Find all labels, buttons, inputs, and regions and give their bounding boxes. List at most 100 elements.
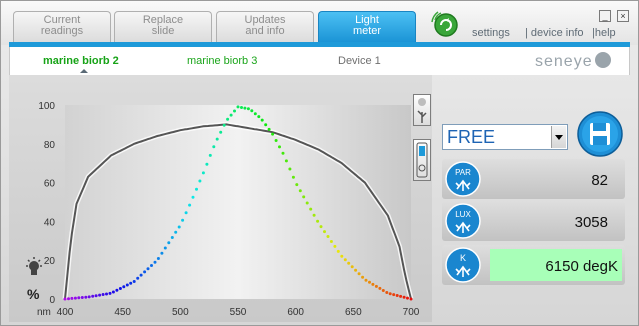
rainbow-dot xyxy=(329,240,333,243)
rainbow-dot xyxy=(406,296,409,300)
par-value-box: 82 xyxy=(490,163,622,195)
rainbow-dot xyxy=(125,283,129,287)
spectrum-chart: 0 20 40 60 80 100 400 450 500 550 600 650 700 nm xyxy=(37,101,420,318)
rainbow-dot xyxy=(374,284,378,288)
rainbow-dot xyxy=(264,123,268,127)
rainbow-dot xyxy=(63,297,67,301)
rainbow-dot xyxy=(195,187,198,191)
save-icon[interactable] xyxy=(577,111,623,157)
rainbow-dot xyxy=(143,270,147,274)
rainbow-dot xyxy=(302,195,306,199)
rainbow-dot xyxy=(129,281,133,285)
rainbow-dot xyxy=(160,251,164,255)
top-tab-bar: Current readings Replace slide Updates a… xyxy=(1,1,638,45)
kelvin-icon: K xyxy=(445,247,481,283)
rainbow-dot xyxy=(309,207,313,211)
x-tick-label: 600 xyxy=(287,307,304,318)
rainbow-dot xyxy=(357,272,361,276)
light-meter-window: Current readings Replace slide Updates a… xyxy=(0,0,639,326)
rainbow-dot xyxy=(163,246,167,250)
rainbow-dot xyxy=(298,189,302,193)
rainbow-dot xyxy=(87,295,91,299)
chart-tool-button-1[interactable] xyxy=(413,94,431,126)
rainbow-dot xyxy=(91,294,95,298)
rainbow-dot xyxy=(101,293,105,296)
rainbow-dot xyxy=(368,280,371,284)
tab-label-line2: slide xyxy=(151,25,175,37)
svg-text:LUX: LUX xyxy=(455,210,471,219)
rainbow-dot xyxy=(153,260,157,264)
rainbow-dot xyxy=(402,295,406,299)
rainbow-dot xyxy=(312,213,316,217)
svg-text:PAR: PAR xyxy=(455,168,471,177)
device-tab-row: marine biorb 2 marine biorb 3 Device 1 s… xyxy=(9,47,630,75)
rainbow-dot xyxy=(181,218,185,222)
device-tab-device-1[interactable]: Device 1 xyxy=(338,55,381,67)
rainbow-dot xyxy=(361,275,365,279)
rainbow-dot xyxy=(188,203,192,207)
rainbow-dot xyxy=(98,293,102,297)
rainbow-dot xyxy=(233,109,236,113)
dropdown-arrow-icon[interactable] xyxy=(551,126,566,148)
device-info-link[interactable]: | device info xyxy=(525,27,584,39)
rainbow-dot xyxy=(378,286,382,290)
chart-panel: 0 20 40 60 80 100 400 450 500 550 600 650 700 nm % xyxy=(9,75,432,322)
rainbow-dot xyxy=(392,293,396,297)
y-tick-label: 0 xyxy=(49,295,55,306)
rainbow-dot xyxy=(371,282,375,286)
rainbow-dot xyxy=(260,118,264,122)
rainbow-dot xyxy=(291,175,295,179)
rainbow-dot xyxy=(84,295,88,299)
rainbow-dot xyxy=(316,219,320,223)
rainbow-dot xyxy=(205,162,209,166)
refresh-icon[interactable] xyxy=(431,10,459,38)
rainbow-dot xyxy=(201,171,205,175)
tab-light-meter[interactable]: Light meter xyxy=(318,11,416,42)
help-link[interactable]: |help xyxy=(592,27,616,39)
rainbow-dot xyxy=(409,297,413,301)
y-tick-label: 100 xyxy=(38,101,55,112)
rainbow-dot xyxy=(271,132,275,136)
device-tab-marine-biorb-2[interactable]: marine biorb 2 xyxy=(43,55,119,67)
chart-tool-button-2[interactable] xyxy=(413,139,431,181)
rainbow-dot xyxy=(295,183,299,187)
rainbow-dot xyxy=(246,107,250,111)
rainbow-dot xyxy=(191,195,195,199)
rainbow-dot xyxy=(333,244,337,248)
profile-select[interactable]: FREE xyxy=(442,124,568,150)
rainbow-dot xyxy=(67,297,70,301)
settings-link[interactable]: settings xyxy=(472,27,510,39)
rainbow-dot xyxy=(340,254,344,258)
device-tab-marine-biorb-3[interactable]: marine biorb 3 xyxy=(187,55,257,67)
rainbow-dot xyxy=(326,235,330,238)
rainbow-dot xyxy=(226,117,230,121)
par-icon: PAR xyxy=(445,161,481,197)
rainbow-dot xyxy=(208,153,212,157)
profile-select-value: FREE xyxy=(447,127,496,147)
y-tick-label: 20 xyxy=(44,256,56,267)
rainbow-dot xyxy=(305,201,309,205)
rainbow-dot xyxy=(350,265,354,269)
logo-mark-icon xyxy=(594,52,611,68)
rainbow-dot xyxy=(156,257,160,260)
seneye-logo: seneye xyxy=(535,52,611,71)
rainbow-dot xyxy=(167,241,171,245)
rainbow-dot xyxy=(347,261,351,265)
tab-updates-info[interactable]: Updates and info xyxy=(216,11,314,42)
rainbow-dot xyxy=(198,179,202,183)
rainbow-dot xyxy=(354,268,358,272)
minimize-button[interactable]: _ xyxy=(599,10,611,22)
kelvin-row: K 6150 degK xyxy=(442,245,625,285)
tab-replace-slide[interactable]: Replace slide xyxy=(114,11,212,42)
rainbow-dot xyxy=(177,225,181,229)
tab-current-readings[interactable]: Current readings xyxy=(13,11,111,42)
tab-label-line2: and info xyxy=(245,25,285,37)
tab-label-line2: meter xyxy=(352,25,382,37)
rainbow-dot xyxy=(236,105,240,109)
y-tick-label: 80 xyxy=(44,140,56,151)
close-button[interactable]: × xyxy=(617,10,629,22)
rainbow-dot xyxy=(219,130,223,134)
rainbow-dot xyxy=(229,113,233,117)
aquarium-icon xyxy=(416,142,428,178)
y-tick-label: 60 xyxy=(44,179,56,190)
